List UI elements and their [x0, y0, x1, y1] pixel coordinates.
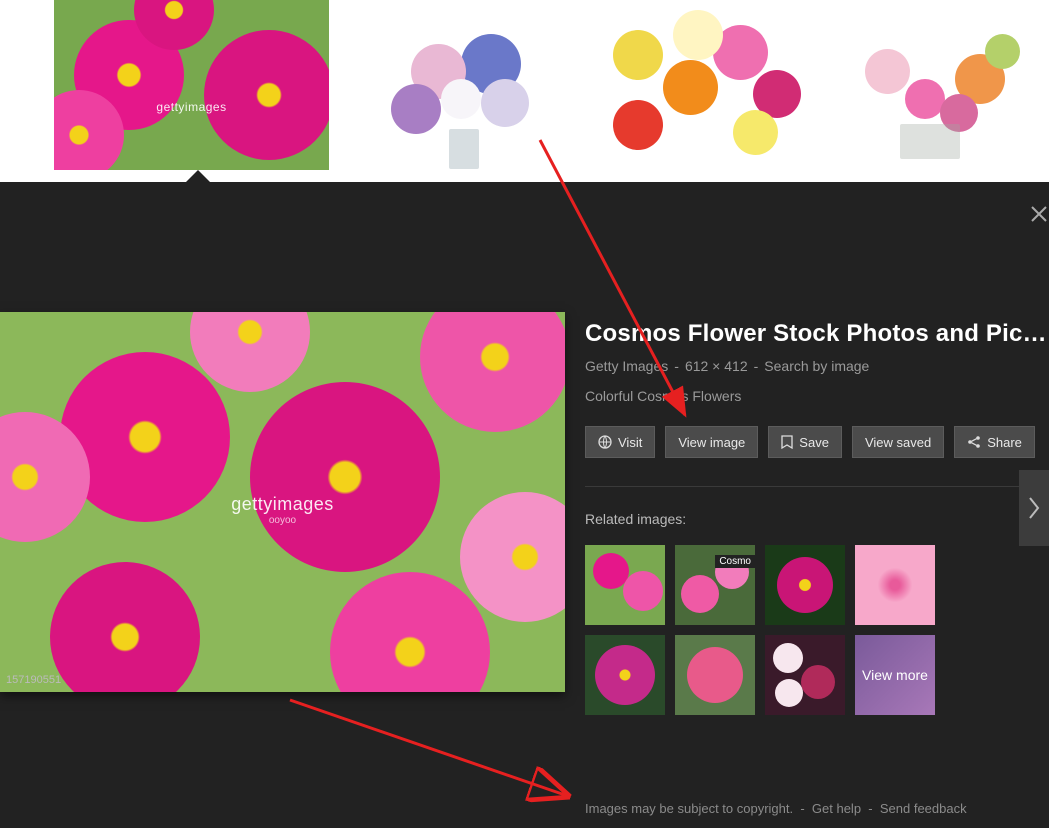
search-by-image-link[interactable]: Search by image — [764, 358, 869, 374]
view-image-label: View image — [678, 435, 745, 450]
chevron-right-icon — [1027, 496, 1041, 520]
share-label: Share — [987, 435, 1022, 450]
next-arrow[interactable] — [1019, 470, 1049, 546]
save-label: Save — [799, 435, 829, 450]
copyright-text: Images may be subject to copyright. — [585, 801, 793, 816]
close-icon[interactable] — [1029, 204, 1049, 229]
related-thumb-6[interactable] — [675, 635, 755, 715]
view-saved-button[interactable]: View saved — [852, 426, 944, 458]
footer-row: Images may be subject to copyright. - Ge… — [585, 801, 967, 816]
info-pane: Cosmos Flower Stock Photos and Pic… Gett… — [565, 182, 1049, 828]
thumbnail-2[interactable] — [341, 0, 591, 170]
image-id-label: 157190551 — [6, 674, 61, 686]
main-preview-image[interactable]: gettyimages ooyoo 157190551 — [0, 312, 565, 692]
share-icon — [967, 435, 981, 449]
visit-label: Visit — [618, 435, 642, 450]
visit-button[interactable]: Visit — [585, 426, 655, 458]
thumbnail-row: gettyimages — [0, 0, 1049, 182]
view-more-button[interactable]: View more — [855, 635, 935, 715]
get-help-link[interactable]: Get help — [812, 801, 861, 816]
related-grid: Cosmo View more — [585, 545, 1047, 715]
watermark-sub: ooyoo — [231, 515, 334, 526]
bookmark-icon — [781, 435, 793, 449]
related-header: Related images: — [585, 511, 1047, 527]
image-description: Colorful Cosmos Flowers — [585, 388, 1047, 404]
selected-caret — [186, 170, 210, 182]
view-more-label: View more — [862, 667, 928, 684]
gi-watermark: gettyimages — [156, 100, 226, 114]
preview-pane: gettyimages ooyoo 157190551 — [0, 182, 565, 828]
image-title: Cosmos Flower Stock Photos and Pic… — [585, 320, 1047, 348]
thumbnail-4[interactable] — [825, 0, 1045, 170]
related-thumb-3[interactable] — [765, 545, 845, 625]
save-button[interactable]: Save — [768, 426, 842, 458]
send-feedback-link[interactable]: Send feedback — [880, 801, 967, 816]
view-image-button[interactable]: View image — [665, 426, 758, 458]
source-link[interactable]: Getty Images — [585, 358, 668, 374]
share-button[interactable]: Share — [954, 426, 1035, 458]
thumbnail-1[interactable]: gettyimages — [54, 0, 329, 170]
related-thumb-5[interactable] — [585, 635, 665, 715]
watermark-main: gettyimages — [231, 494, 334, 515]
thumbnail-3[interactable] — [603, 0, 813, 170]
action-buttons: Visit View image Save View saved Share — [585, 426, 1047, 458]
related-thumb-7[interactable] — [765, 635, 845, 715]
image-meta: Getty Images-612 × 412-Search by image — [585, 358, 1047, 374]
section-divider — [585, 486, 1047, 487]
related-thumb-4[interactable] — [855, 545, 935, 625]
globe-icon — [598, 435, 612, 449]
related-thumb-2[interactable]: Cosmo — [675, 545, 755, 625]
detail-panel: gettyimages ooyoo 157190551 Cosmos Flowe… — [0, 182, 1049, 828]
view-saved-label: View saved — [865, 435, 931, 450]
related-thumb-1[interactable] — [585, 545, 665, 625]
dimensions-text: 612 × 412 — [685, 358, 748, 374]
